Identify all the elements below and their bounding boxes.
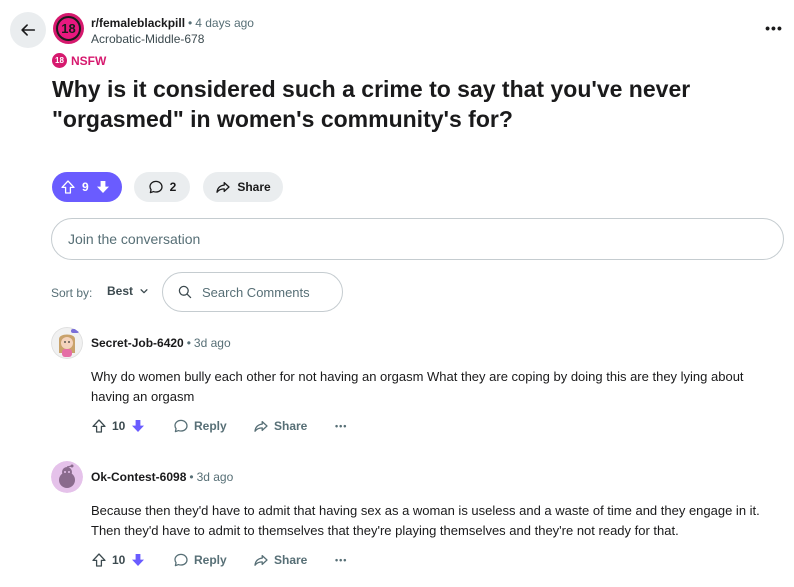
subreddit-avatar-label: 18 <box>56 16 81 41</box>
comment-icon <box>174 553 188 567</box>
join-conversation-input[interactable]: Join the conversation <box>51 218 784 260</box>
reply-button[interactable]: Reply <box>173 418 253 434</box>
vote-pill: 9 <box>52 172 122 202</box>
upvote-icon[interactable] <box>91 552 107 568</box>
comment-username[interactable]: Ok-Contest-6098 <box>91 470 186 484</box>
chevron-down-icon <box>140 289 148 294</box>
comment-time: 3d ago <box>193 336 231 350</box>
share-icon <box>254 420 268 432</box>
comment-count: 2 <box>169 180 177 194</box>
downvote-icon[interactable] <box>95 179 111 195</box>
nsfw-tag: 18 NSFW <box>52 53 106 68</box>
upvote-icon[interactable] <box>60 179 76 195</box>
comment-username[interactable]: Secret-Job-6420 <box>91 336 184 350</box>
sort-dropdown[interactable]: Best <box>107 284 149 298</box>
post-meta: r/femaleblackpill • 4 days ago Acrobatic-M… <box>91 15 254 47</box>
share-icon <box>254 554 268 566</box>
avatar-icon <box>51 327 83 359</box>
nsfw-label: NSFW <box>71 53 107 68</box>
share-label: Share <box>274 553 308 567</box>
comments-button[interactable]: 2 <box>134 172 190 202</box>
subreddit-link[interactable]: r/femaleblackpill <box>91 16 185 30</box>
comment-actions: 10 Reply Share ••• <box>91 418 347 434</box>
separator-dot: • <box>189 470 194 484</box>
search-comments-input[interactable]: Search Comments <box>162 272 343 312</box>
share-label: Share <box>237 180 271 194</box>
commenter-avatar[interactable] <box>51 327 83 359</box>
nsfw-badge-icon: 18 <box>52 53 67 68</box>
separator-dot: • <box>186 336 191 350</box>
downvote-icon[interactable] <box>130 552 146 568</box>
share-label: Share <box>274 419 308 433</box>
arrow-left-icon <box>21 24 36 36</box>
separator-dot: • <box>188 16 193 30</box>
search-icon <box>178 285 192 299</box>
reply-label: Reply <box>194 553 227 567</box>
post-author[interactable]: Acrobatic-Middle-678 <box>91 31 254 47</box>
vote-count: 9 <box>82 180 89 194</box>
more-options-button[interactable]: ••• <box>335 421 347 431</box>
comment-vote-count: 10 <box>112 553 126 567</box>
comment-vote: 10 <box>91 552 173 568</box>
comment-vote: 10 <box>91 418 173 434</box>
share-button[interactable]: Share <box>253 418 335 434</box>
share-button[interactable]: Share <box>253 552 335 568</box>
avatar-icon <box>51 461 83 493</box>
sort-label: Sort by: <box>51 286 93 300</box>
subreddit-avatar[interactable]: 18 <box>53 13 84 44</box>
upvote-icon[interactable] <box>91 418 107 434</box>
comment-header: Ok-Contest-6098 • 3d ago <box>91 470 233 484</box>
reply-label: Reply <box>194 419 227 433</box>
share-button[interactable]: Share <box>203 172 283 202</box>
downvote-icon[interactable] <box>130 418 146 434</box>
post-title: Why is it considered such a crime to say… <box>52 76 691 132</box>
comment-time: 3d ago <box>196 470 234 484</box>
comment-icon <box>174 419 188 433</box>
comment-body: Because then they'd have to admit that h… <box>91 503 760 538</box>
comment-header: Secret-Job-6420 • 3d ago <box>91 336 231 350</box>
comment-body: Why do women bully each other for not ha… <box>91 369 744 404</box>
comment-vote-count: 10 <box>112 419 126 433</box>
reply-button[interactable]: Reply <box>173 552 253 568</box>
comment-icon <box>149 180 163 194</box>
comment-actions: 10 Reply Share ••• <box>91 552 347 568</box>
share-icon <box>216 181 230 193</box>
back-button[interactable] <box>10 12 46 48</box>
commenter-avatar[interactable] <box>51 461 83 493</box>
search-placeholder: Search Comments <box>202 284 310 300</box>
post-time: 4 days ago <box>195 16 254 30</box>
sort-value: Best <box>107 284 134 298</box>
more-options-button[interactable]: ••• <box>764 18 784 38</box>
more-options-button[interactable]: ••• <box>335 555 347 565</box>
